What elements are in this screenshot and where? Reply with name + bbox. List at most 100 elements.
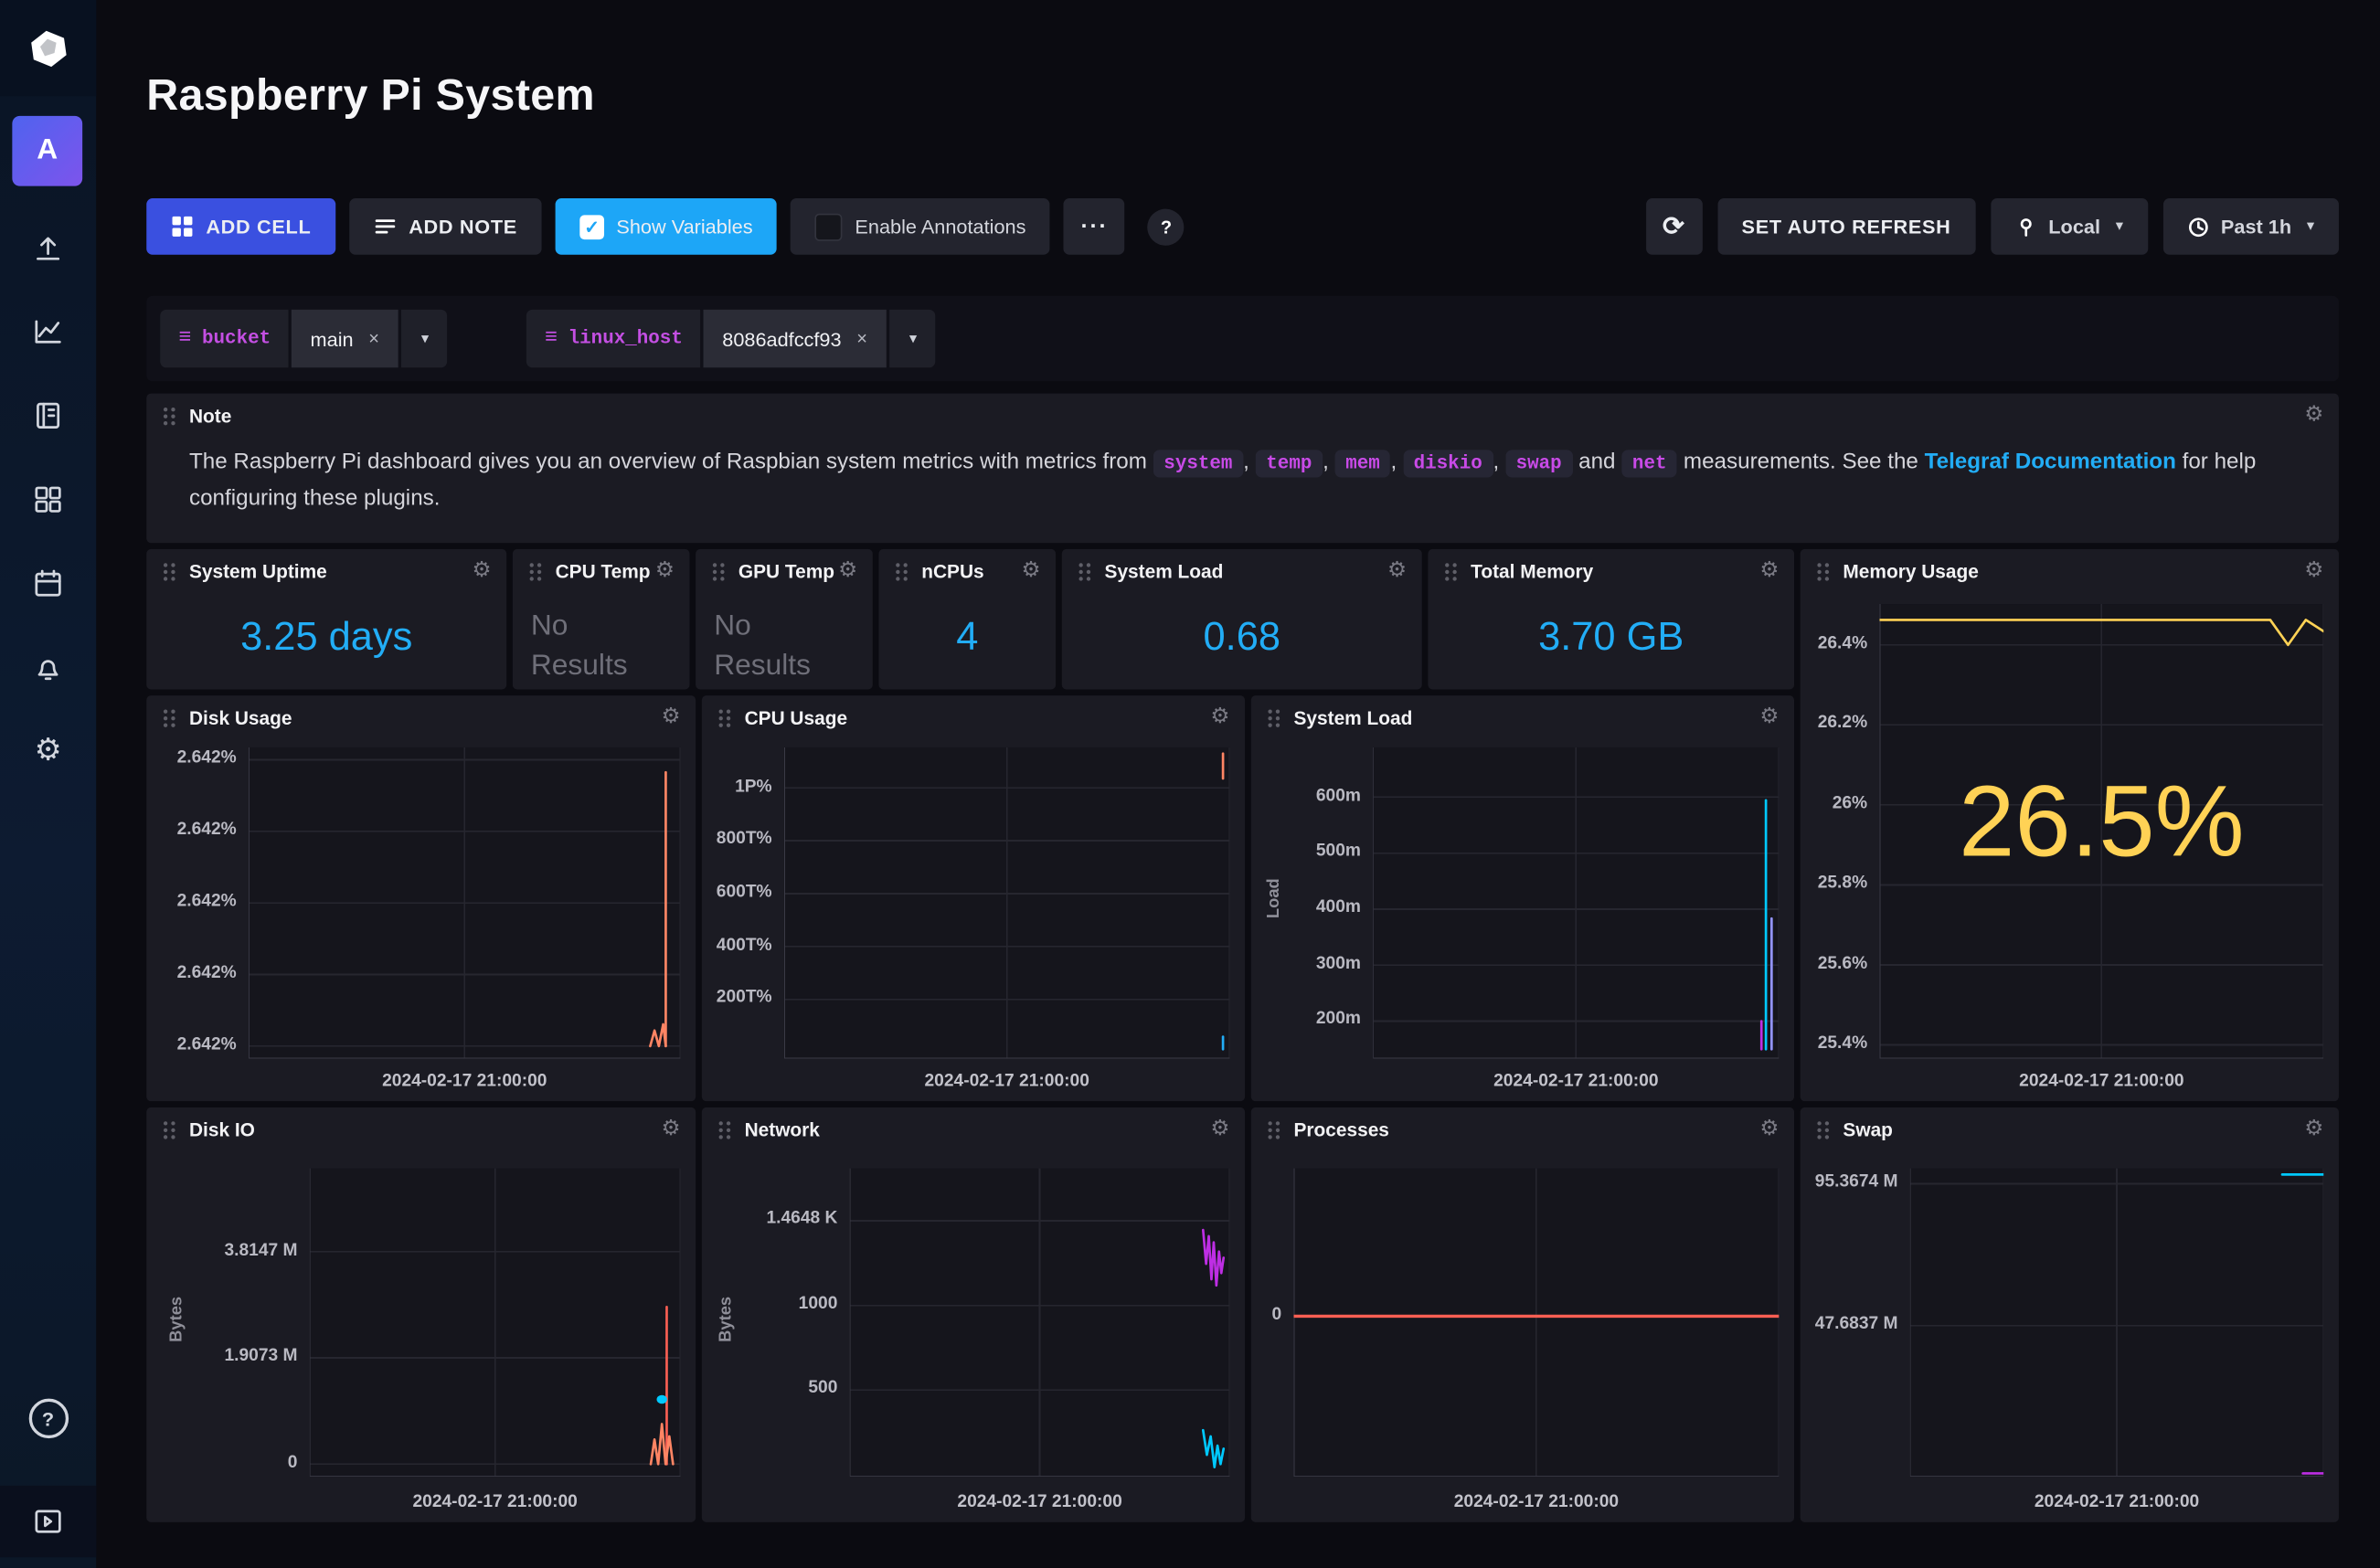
x-axis-label: 2024-02-17 21:00:00: [1910, 1493, 2323, 1511]
y-tick-label: 25.8%: [1818, 874, 1867, 892]
variable-bucket-caret[interactable]: ▾: [400, 310, 446, 367]
drag-handle-icon[interactable]: [162, 406, 177, 427]
variable-bucket-value[interactable]: main ×: [292, 310, 398, 367]
help-icon[interactable]: ?: [0, 1385, 96, 1452]
main-content: Raspberry Pi System ADD CELL ADD NOTE ✓ …: [96, 0, 2380, 1568]
cell-cpu-usage: CPU Usage ⚙ 1P% 800T%: [702, 695, 1245, 1101]
drag-handle-icon[interactable]: [1266, 708, 1281, 729]
y-tick-label: 1.9073 M: [224, 1347, 297, 1365]
note-text-part: and: [1578, 450, 1615, 474]
add-cell-button[interactable]: ADD CELL: [146, 198, 335, 255]
gear-icon[interactable]: ⚙: [655, 558, 675, 579]
timezone-dropdown[interactable]: Local ▾: [1991, 198, 2148, 255]
tasks-calendar-icon[interactable]: [0, 549, 96, 616]
clear-icon[interactable]: ×: [856, 328, 867, 349]
y-axis-label: Bytes: [717, 1288, 736, 1350]
gear-icon[interactable]: ⚙: [2304, 558, 2323, 579]
cell-processes: Processes ⚙ 0 2024-02-17 21:00:00: [1251, 1107, 1794, 1522]
gear-icon[interactable]: ⚙: [1210, 1117, 1229, 1138]
drag-handle-icon[interactable]: [711, 561, 727, 582]
data-explorer-icon[interactable]: [0, 297, 96, 364]
dashboard-toolbar: ADD CELL ADD NOTE ✓ Show Variables Enabl…: [146, 198, 1185, 255]
variables-panel: [146, 296, 2339, 381]
influxdb-logo[interactable]: [0, 0, 96, 96]
dashboards-icon[interactable]: [0, 465, 96, 532]
org-avatar[interactable]: A: [12, 116, 82, 186]
y-tick-label: 200T%: [717, 989, 772, 1007]
time-range-label: Past 1h: [2221, 215, 2291, 238]
y-tick-label: 1P%: [735, 778, 772, 796]
cell-title: Total Memory: [1471, 561, 1593, 582]
show-variables-toggle[interactable]: ✓ Show Variables: [556, 198, 778, 255]
separator: ,: [1323, 450, 1329, 474]
variable-linux-host: ≡ linux_host 8086adfccf93 × ▾: [526, 310, 935, 367]
drag-handle-icon[interactable]: [717, 1119, 733, 1140]
measurement-token: temp: [1256, 450, 1323, 477]
y-tick-label: 25.4%: [1818, 1034, 1867, 1053]
gear-icon[interactable]: ⚙: [1021, 558, 1040, 579]
variable-bucket: ≡ bucket main × ▾: [160, 310, 446, 367]
drag-handle-icon[interactable]: [162, 561, 177, 582]
add-note-button[interactable]: ADD NOTE: [349, 198, 541, 255]
gear-icon[interactable]: ⚙: [1759, 705, 1779, 726]
cell-title: CPU Temp: [556, 562, 651, 582]
drag-handle-icon[interactable]: [1077, 561, 1092, 582]
gear-icon[interactable]: ⚙: [1759, 558, 1779, 579]
telegraf-docs-link[interactable]: Telegraf Documentation: [1925, 450, 2176, 474]
notebooks-icon[interactable]: [0, 381, 96, 448]
y-tick-label: 2.642%: [177, 821, 237, 839]
drag-handle-icon[interactable]: [162, 1119, 177, 1140]
cell-title: Swap: [1843, 1119, 1893, 1140]
stat-value: 0.68: [1062, 613, 1422, 661]
chevron-down-icon: ▾: [2307, 218, 2314, 235]
variable-linux-host-caret[interactable]: ▾: [888, 310, 934, 367]
set-auto-refresh-button[interactable]: SET AUTO REFRESH: [1717, 198, 1975, 255]
toggle-nav-icon[interactable]: [0, 1486, 96, 1557]
refresh-button[interactable]: ⟳: [1645, 198, 1702, 255]
cell-network: Network ⚙ Bytes 1.4648 K 100: [702, 1107, 1245, 1522]
upload-icon[interactable]: [0, 214, 96, 281]
gear-icon[interactable]: ⚙: [662, 1117, 681, 1138]
drag-handle-icon[interactable]: [1266, 1119, 1281, 1140]
cell-title: Network: [745, 1119, 820, 1140]
gear-icon[interactable]: ⚙: [473, 558, 492, 579]
cpu-usage-plot: [784, 747, 1229, 1059]
swap-plot: [1910, 1169, 2323, 1477]
y-tick-label: 1000: [799, 1295, 838, 1313]
timezone-label: Local: [2048, 215, 2100, 238]
y-tick-label: 300m: [1316, 955, 1361, 973]
gear-icon[interactable]: ⚙: [1759, 1117, 1779, 1138]
gear-icon[interactable]: ⚙: [2304, 1117, 2323, 1138]
gear-icon[interactable]: ⚙: [1387, 558, 1407, 579]
x-axis-label: 2024-02-17 21:00:00: [1373, 1072, 1779, 1090]
drag-handle-icon[interactable]: [528, 561, 544, 582]
enable-annotations-toggle[interactable]: Enable Annotations: [791, 198, 1050, 255]
stat-value: 4: [878, 613, 1056, 661]
drag-handle-icon[interactable]: [1815, 1119, 1831, 1140]
drag-handle-icon[interactable]: [717, 708, 733, 729]
app-root: A ⚙ ? Raspberry Pi System: [0, 0, 2380, 1568]
gear-icon[interactable]: ⚙: [1210, 705, 1229, 726]
measurement-token: system: [1153, 450, 1244, 477]
variable-linux-host-value[interactable]: 8086adfccf93 ×: [704, 310, 886, 367]
y-tick-label: 600m: [1316, 787, 1361, 805]
drag-handle-icon[interactable]: [162, 708, 177, 729]
clear-icon[interactable]: ×: [368, 328, 379, 349]
drag-handle-icon[interactable]: [894, 561, 909, 582]
drag-handle-icon[interactable]: [1815, 561, 1831, 582]
processes-chart: [1294, 1169, 1780, 1477]
variable-linux-host-label: ≡ linux_host: [526, 310, 701, 367]
swap-chart: [1910, 1169, 2323, 1477]
settings-gear-icon[interactable]: ⚙: [0, 715, 96, 782]
cell-swap: Swap ⚙ 95.3674 M 47.6837 M 2: [1801, 1107, 2339, 1522]
time-range-dropdown[interactable]: Past 1h ▾: [2162, 198, 2338, 255]
overflow-menu-button[interactable]: ···: [1064, 198, 1125, 255]
drag-handle-icon[interactable]: [1443, 561, 1459, 582]
gear-icon[interactable]: ⚙: [662, 705, 681, 726]
gear-icon[interactable]: ⚙: [2304, 403, 2323, 424]
gear-icon[interactable]: ⚙: [838, 558, 857, 579]
dashboard-help-button[interactable]: ?: [1148, 208, 1185, 245]
variable-value-text: main: [311, 327, 354, 350]
alerts-bell-icon[interactable]: [0, 633, 96, 700]
empty-state-text: No Results: [531, 607, 638, 686]
